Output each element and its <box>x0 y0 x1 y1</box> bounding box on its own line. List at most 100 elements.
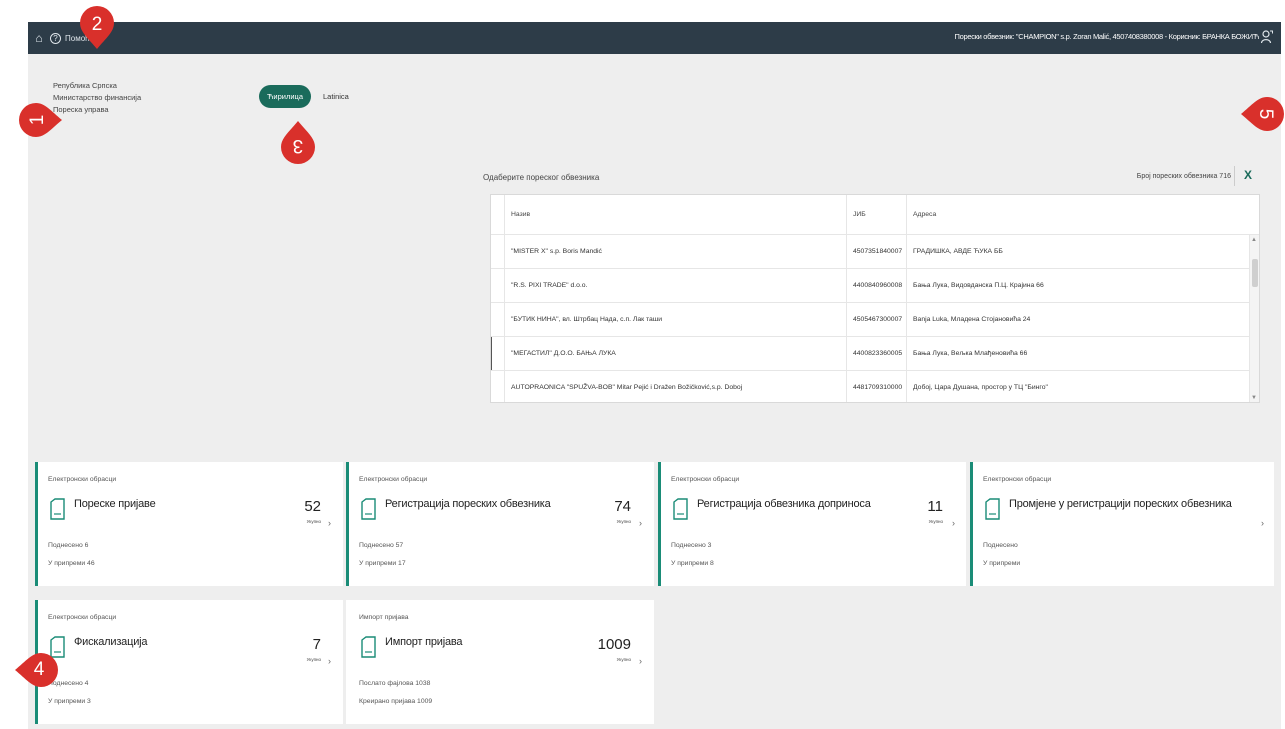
annotation-marker-2: 2 <box>78 6 116 50</box>
card-in-preparation: У припреми <box>983 560 1021 567</box>
card-fiscalization[interactable]: Електронски обрасци Фискализација 7 Укуп… <box>35 600 343 724</box>
row-name: "MISTER X" s.p. Boris Mandić <box>505 235 847 268</box>
row-address: ГРАДИШКА, АВДЕ ЋУКА ББ <box>913 248 1003 255</box>
chevron-right-icon[interactable]: › <box>1261 518 1264 528</box>
card-title: Фискализација <box>74 636 148 648</box>
document-icon <box>50 498 65 520</box>
card-submitted: Поднесено <box>983 542 1018 549</box>
org-line-republic: Република Српска <box>53 81 117 90</box>
row-jib: 4505467300007 <box>847 303 907 336</box>
scrollbar-thumb[interactable] <box>1252 259 1258 287</box>
card-count: 11 <box>927 498 943 515</box>
row-name: "R.S. PIXI TRADE" d.o.o. <box>505 269 847 302</box>
card-submitted: Поднесено 6 <box>48 542 89 549</box>
language-switch: Ћирилица Latinica <box>259 85 357 108</box>
card-category: Електронски обрасци <box>48 476 117 483</box>
card-title: Промјене у регистрацији пореских обвезни… <box>1009 498 1232 510</box>
table-row[interactable]: "БУТИК НИНА", вл. Штрбац Нада, с.п. Лак … <box>491 303 1259 337</box>
card-title: Пореске пријаве <box>74 498 156 510</box>
row-jib: 4507351840007 <box>847 235 907 268</box>
card-taxpayer-registration[interactable]: Електронски обрасци Регистрација порески… <box>346 462 654 586</box>
card-tax-returns[interactable]: Електронски обрасци Пореске пријаве 52 У… <box>35 462 343 586</box>
org-line-ministry: Министарство финансија <box>53 93 142 102</box>
row-name: "БУТИК НИНА", вл. Штрбац Нада, с.п. Лак … <box>505 303 847 336</box>
row-selector[interactable] <box>491 269 505 302</box>
card-count: 1009 <box>597 636 631 653</box>
card-count-unit: Укупно <box>928 519 943 524</box>
row-selector[interactable] <box>491 337 505 370</box>
card-in-preparation: У припреми 46 <box>48 560 95 567</box>
org-line-administration: Пореска управа <box>53 105 109 114</box>
card-category: Електронски обрасци <box>671 476 740 483</box>
card-title: Регистрација пореских обвезника <box>385 498 551 510</box>
home-icon[interactable]: ⌂ <box>32 31 46 45</box>
row-jib: 4481709310000 <box>847 371 907 402</box>
table-row[interactable]: AUTOPRAONICA "SPUŽVA-BOB" Mitar Pejić i … <box>491 371 1259 402</box>
row-selector[interactable] <box>491 371 505 402</box>
document-icon <box>361 498 376 520</box>
taxpayer-picker-title: Одаберите пореског обвезника <box>483 173 600 182</box>
lang-latin-button[interactable]: Latinica <box>315 85 357 108</box>
table-row[interactable]: "MISTER X" s.p. Boris Mandić 45073518400… <box>491 235 1259 269</box>
chevron-right-icon[interactable]: › <box>328 656 331 666</box>
card-in-preparation: У припреми 17 <box>359 560 406 567</box>
lang-cyrillic-button[interactable]: Ћирилица <box>259 85 311 108</box>
row-name: AUTOPRAONICA "SPUŽVA-BOB" Mitar Pejić i … <box>505 371 847 402</box>
scroll-down-icon[interactable]: ▼ <box>1251 395 1257 401</box>
close-picker-button[interactable]: X <box>1244 168 1252 182</box>
card-title: Регистрација обвезника доприноса <box>697 498 871 510</box>
chevron-right-icon[interactable]: › <box>639 518 642 528</box>
select-column-header <box>491 195 505 234</box>
table-row[interactable]: "R.S. PIXI TRADE" d.o.o. 4400840960008 Б… <box>491 269 1259 303</box>
scroll-up-icon[interactable]: ▲ <box>1251 237 1257 243</box>
card-submitted: Поднесено 57 <box>359 542 404 549</box>
row-jib: 4400823360005 <box>847 337 907 370</box>
column-header-name[interactable]: Назив <box>505 195 847 234</box>
row-selector[interactable] <box>491 303 505 336</box>
document-icon <box>361 636 376 658</box>
chevron-right-icon[interactable]: › <box>952 518 955 528</box>
card-category: Електронски обрасци <box>983 476 1052 483</box>
top-bar: ⌂ ? Помоћ Порески обвезник: "CHAMPION" s… <box>28 22 1281 54</box>
table-scrollbar[interactable]: ▲ ▼ <box>1249 235 1259 402</box>
card-registration-changes[interactable]: Електронски обрасци Промјене у регистрац… <box>970 462 1274 586</box>
user-icon[interactable] <box>1261 30 1273 44</box>
card-category: Електронски обрасци <box>48 614 117 621</box>
table-row[interactable]: "МЕГАСТИЛ" Д.О.О. БАЊА ЛУКА 440082336000… <box>491 337 1259 371</box>
taxpayer-count: Број пореских обвезника 716 <box>1136 173 1231 180</box>
row-name: "МЕГАСТИЛ" Д.О.О. БАЊА ЛУКА <box>505 337 847 370</box>
card-category: Импорт пријава <box>359 614 409 621</box>
card-contributor-registration[interactable]: Електронски обрасци Регистрација обвезни… <box>658 462 966 586</box>
row-address: Banja Luka, Младена Стојановића 24 <box>913 316 1031 323</box>
organization-block: Република Српска Министарство финансија … <box>53 80 141 116</box>
document-icon <box>985 498 1000 520</box>
column-header-jib[interactable]: ЈИБ <box>847 195 907 234</box>
card-returns-created: Креирано пријава 1009 <box>359 698 433 705</box>
app-frame: ⌂ ? Помоћ Порески обвезник: "CHAMPION" s… <box>28 22 1281 729</box>
card-files-sent: Послато фајлова 1038 <box>359 680 431 687</box>
row-address: Бања Лука, Видовданска П.Ц. Крајина 66 <box>913 282 1044 289</box>
chevron-right-icon[interactable]: › <box>328 518 331 528</box>
card-submitted: Поднесено 3 <box>671 542 712 549</box>
document-icon <box>673 498 688 520</box>
card-count-unit: Укупно <box>306 657 321 662</box>
card-count-unit: Укупно <box>306 519 321 524</box>
card-count: 74 <box>614 498 631 515</box>
annotation-marker-4: 4 <box>14 651 58 689</box>
column-header-address[interactable]: Адреса <box>907 195 1259 234</box>
card-import[interactable]: Импорт пријава Импорт пријава 1009 Укупн… <box>346 600 654 724</box>
card-in-preparation: У припреми 3 <box>48 698 91 705</box>
annotation-marker-3: 3 <box>279 120 317 164</box>
chevron-right-icon[interactable]: › <box>639 656 642 666</box>
card-category: Електронски обрасци <box>359 476 428 483</box>
annotation-marker-5: 5 <box>1240 95 1284 133</box>
picker-divider <box>1234 166 1235 186</box>
row-address: Бања Лука, Вељка Млађеновића 66 <box>913 350 1028 357</box>
card-title: Импорт пријава <box>385 636 463 648</box>
help-icon[interactable]: ? <box>50 32 61 44</box>
card-count: 7 <box>312 636 321 653</box>
row-selector[interactable] <box>491 235 505 268</box>
card-count: 52 <box>304 498 321 515</box>
annotation-marker-1: 1 <box>19 101 63 139</box>
card-count-unit: Укупно <box>616 519 631 524</box>
